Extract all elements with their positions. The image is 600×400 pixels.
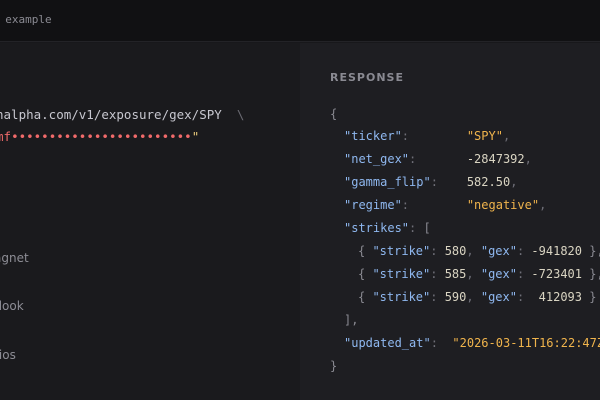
strike-row: { "strike": 590, "gex": 412093 }	[358, 290, 597, 304]
masked-api-key: ••••••••••••••••••••••••	[11, 129, 192, 144]
tab-title[interactable]: e example	[0, 13, 52, 26]
strike-key: "strike"	[372, 267, 431, 281]
api-key-header: mf	[0, 129, 12, 144]
response-section-label: RESPONSE	[330, 71, 404, 84]
json-open-brace: {	[330, 107, 337, 121]
json-close-brace: }	[330, 359, 337, 373]
request-url: halpha.com/v1/exposure/gex/SPY	[0, 107, 222, 122]
json-strikes-close: ],	[344, 313, 358, 327]
gex-key: "gex"	[480, 290, 517, 304]
json-gamma-flip-line: "gamma_flip": 582.50,	[344, 175, 518, 189]
close-brace: }	[330, 359, 338, 373]
strikes-key: "strikes"	[344, 221, 410, 235]
response-pane: RESPONSE { "ticker": "SPY", "net_gex": -…	[300, 43, 600, 400]
header-close-quote: "	[191, 129, 200, 144]
json-regime-line: "regime": "negative",	[344, 198, 547, 212]
request-header-line: mf••••••••••••••••••••••••"	[0, 129, 199, 144]
gamma-flip-key: "gamma_flip"	[344, 175, 431, 189]
strikes-open-bracket: [	[423, 221, 431, 235]
gex-key: "gex"	[480, 244, 517, 258]
line-continuation-mark: \	[236, 107, 245, 122]
net-gex-key: "net_gex"	[344, 152, 410, 166]
json-net-gex-line: "net_gex": -2847392,	[344, 152, 532, 166]
gamma-flip-value: 582.50	[466, 175, 511, 189]
gex-value: -723401	[531, 267, 582, 281]
strikes-close-bracket: ],	[344, 313, 359, 327]
gex-value: -941820	[531, 244, 582, 258]
gex-value: 412093	[531, 290, 582, 304]
strike-value: 585	[444, 267, 467, 281]
top-bar: e example	[0, 0, 600, 42]
sidebar-item-outlook[interactable]: tlook	[0, 299, 24, 313]
ticker-key: "ticker"	[344, 129, 402, 143]
regime-key: "regime"	[344, 198, 402, 212]
sidebar-item-scenarios[interactable]: rios	[0, 348, 16, 362]
request-pane: halpha.com/v1/exposure/gex/SPY \ mf•••••…	[0, 43, 300, 400]
strike-row: { "strike": 585, "gex": -723401 },	[358, 267, 600, 281]
sidebar-item-magnet[interactable]: agnet	[0, 251, 29, 265]
open-brace: {	[330, 107, 338, 121]
line-continuation	[222, 107, 237, 122]
net-gex-value: -2847392	[466, 152, 525, 166]
strike-row: { "strike": 580, "gex": -941820 },	[358, 244, 600, 258]
strike-value: 590	[444, 290, 467, 304]
json-strikes-line: "strikes": [	[344, 221, 431, 235]
json-ticker-line: "ticker": "SPY",	[344, 129, 511, 143]
ticker-value: "SPY"	[466, 129, 503, 143]
request-url-line: halpha.com/v1/exposure/gex/SPY \	[0, 107, 244, 122]
gex-key: "gex"	[480, 267, 517, 281]
updated-at-value: "2026-03-11T16:22:47Z	[452, 336, 600, 350]
strike-key: "strike"	[372, 244, 431, 258]
updated-at-key: "updated_at"	[344, 336, 431, 350]
strike-value: 580	[444, 244, 467, 258]
json-updated-at-line: "updated_at": "2026-03-11T16:22:47Z	[344, 336, 600, 350]
regime-value: "negative"	[466, 198, 540, 212]
strike-key: "strike"	[372, 290, 431, 304]
